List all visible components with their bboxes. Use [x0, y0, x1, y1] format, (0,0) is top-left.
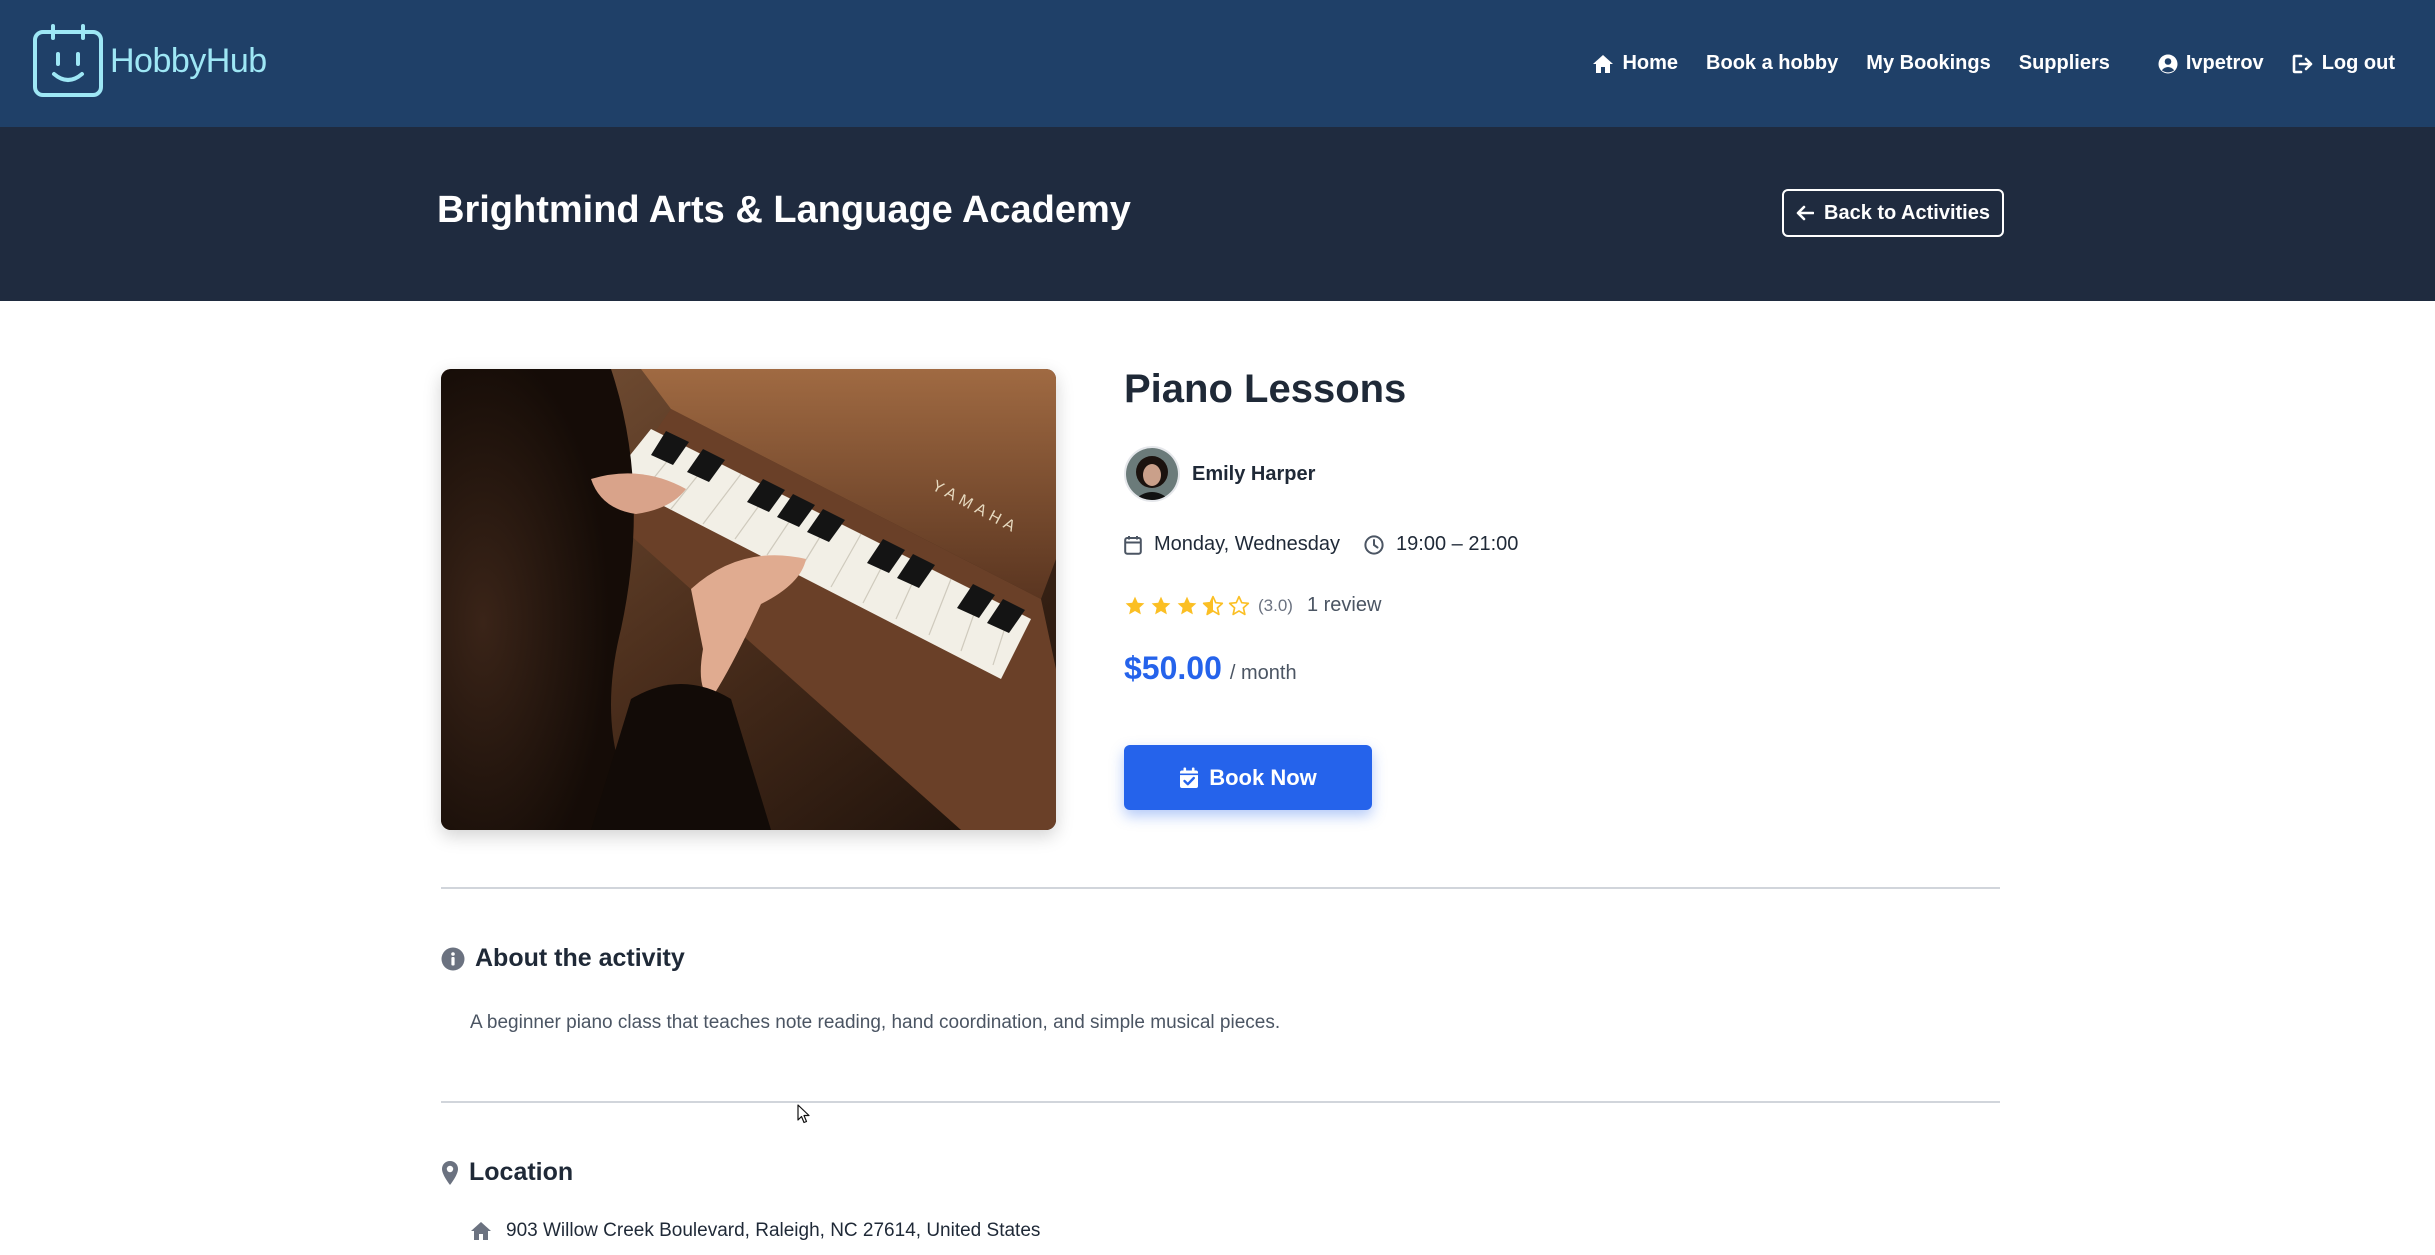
- rating-row: (3.0) 1 review: [1124, 594, 1381, 617]
- clock-icon: [1364, 534, 1384, 555]
- brand-name: HobbyHub: [110, 41, 267, 80]
- top-navbar: HobbyHub Home Book a hobby My Bookings S…: [0, 0, 2435, 127]
- home-icon: [471, 1222, 491, 1240]
- price-row: $50.00 / month: [1124, 650, 1297, 687]
- price: $50.00: [1124, 650, 1222, 686]
- star-half-icon: [1202, 595, 1224, 615]
- info-circle-icon: [441, 947, 465, 970]
- calendar-check-icon: [1180, 767, 1199, 788]
- main-nav: Home Book a hobby My Bookings Suppliers …: [1564, 0, 2395, 127]
- schedule-time: 19:00 – 21:00: [1396, 533, 1519, 555]
- book-now-button[interactable]: Book Now: [1124, 745, 1372, 810]
- book-now-label: Book Now: [1209, 764, 1317, 790]
- arrow-left-icon: [1796, 205, 1814, 221]
- about-heading: About the activity: [441, 944, 685, 973]
- divider: [441, 887, 2000, 889]
- rating-value: (3.0): [1258, 595, 1293, 615]
- home-icon: [1593, 54, 1614, 73]
- calendar-smile-icon: [33, 24, 103, 97]
- activity-title: Piano Lessons: [1124, 367, 1407, 411]
- map-pin-icon: [442, 1160, 458, 1185]
- star-full-icon: [1177, 596, 1197, 614]
- nav-logout-label: Log out: [2321, 52, 2395, 74]
- piano-photo: YAMAHA: [441, 369, 1056, 830]
- location-address: 903 Willow Creek Boulevard, Raleigh, NC …: [470, 1220, 1040, 1242]
- page-title: Brightmind Arts & Language Academy: [437, 189, 1131, 231]
- price-period: / month: [1229, 662, 1297, 684]
- nav-book-hobby[interactable]: Book a hobby: [1706, 52, 1838, 75]
- nav-user-label: Ivpetrov: [2185, 52, 2264, 74]
- about-heading-text: About the activity: [475, 944, 685, 972]
- nav-user[interactable]: Ivpetrov: [2158, 52, 2264, 75]
- nav-suppliers-label: Suppliers: [2018, 52, 2110, 74]
- tutor-name: Emily Harper: [1192, 462, 1316, 485]
- star-empty-icon: [1228, 595, 1250, 615]
- star-rating: [1124, 595, 1254, 617]
- divider: [441, 1101, 2000, 1103]
- brand-link[interactable]: HobbyHub: [32, 24, 267, 98]
- star-full-icon: [1151, 596, 1171, 614]
- page-header: Brightmind Arts & Language Academy Back …: [0, 127, 2435, 301]
- nav-suppliers[interactable]: Suppliers: [2019, 52, 2110, 75]
- nav-book-hobby-label: Book a hobby: [1706, 52, 1839, 74]
- address-text: 903 Willow Creek Boulevard, Raleigh, NC …: [506, 1220, 1041, 1241]
- location-heading: Location: [441, 1158, 573, 1187]
- activity-image: YAMAHA: [441, 369, 1056, 830]
- back-to-activities-button[interactable]: Back to Activities: [1782, 189, 2004, 237]
- nav-home[interactable]: Home: [1592, 52, 1678, 75]
- about-description: A beginner piano class that teaches note…: [470, 1012, 1281, 1033]
- avatar: [1124, 446, 1180, 502]
- nav-my-bookings[interactable]: My Bookings: [1866, 52, 1990, 75]
- back-button-label: Back to Activities: [1824, 201, 1990, 224]
- user-circle-icon: [2158, 54, 2178, 73]
- calendar-icon: [1124, 535, 1142, 555]
- schedule-row: Monday, Wednesday 19:00 – 21:00: [1124, 533, 1518, 556]
- mouse-cursor-icon: [797, 1104, 810, 1124]
- nav-home-label: Home: [1622, 52, 1679, 74]
- tutor-info[interactable]: Emily Harper: [1124, 446, 1315, 502]
- location-heading-text: Location: [469, 1158, 574, 1186]
- review-count[interactable]: 1 review: [1307, 594, 1381, 617]
- star-full-icon: [1125, 596, 1145, 614]
- schedule-days: Monday, Wednesday: [1154, 533, 1341, 555]
- nav-my-bookings-label: My Bookings: [1866, 52, 1991, 74]
- nav-logout[interactable]: Log out: [2292, 52, 2395, 75]
- tutor-avatar-image: [1126, 448, 1178, 500]
- logout-icon: [2292, 54, 2312, 73]
